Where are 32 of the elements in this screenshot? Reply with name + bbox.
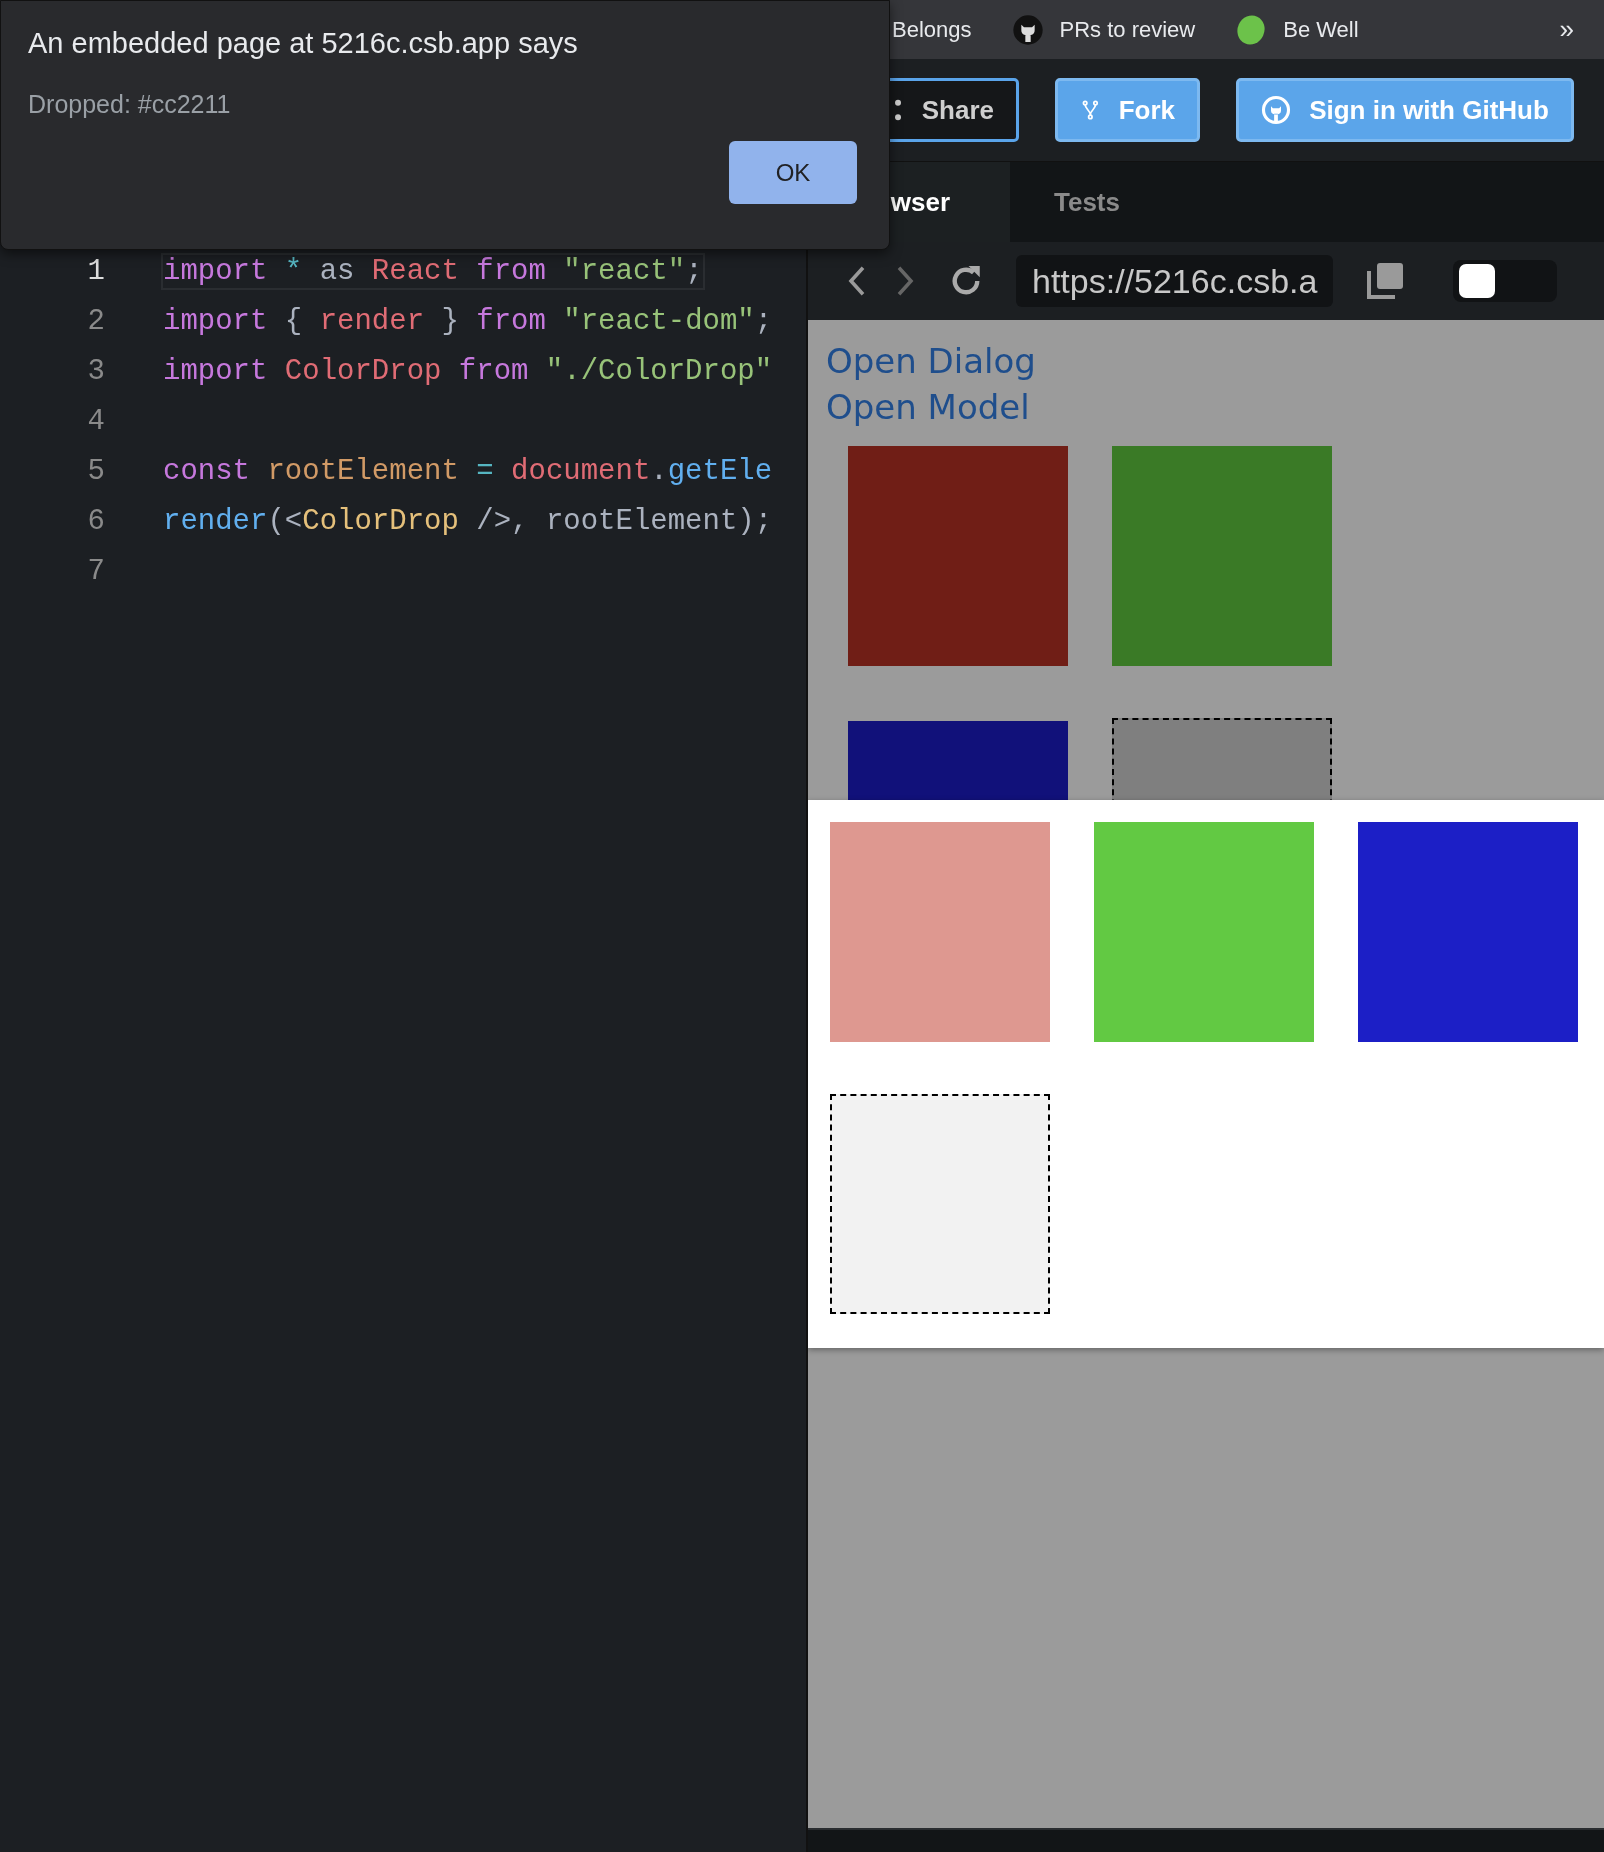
- line-number: 2: [86, 304, 106, 338]
- ok-button[interactable]: OK: [729, 141, 857, 204]
- line-number: 4: [86, 404, 106, 438]
- color-swatch[interactable]: [830, 822, 1050, 1042]
- line-number: 5: [86, 454, 106, 488]
- code-line: import * as React from "react";: [163, 254, 703, 288]
- github-icon: [1011, 13, 1044, 46]
- color-swatch[interactable]: [1112, 446, 1332, 666]
- line-number: 6: [86, 504, 106, 538]
- code-line: render(<ColorDrop />, rootElement);: [163, 504, 773, 538]
- bookmark[interactable]: Be Well: [1235, 13, 1359, 46]
- drop-zone[interactable]: [830, 1094, 1050, 1314]
- code-line: import { render } from "react-dom";: [163, 304, 773, 338]
- line-number: 7: [86, 554, 106, 588]
- copy-icon[interactable]: [1365, 261, 1406, 301]
- lime-icon: [1235, 13, 1268, 46]
- bookmark[interactable]: PRs to review: [1011, 13, 1196, 46]
- bookmark[interactable]: Belongs: [892, 16, 972, 43]
- preview-tab[interactable]: Tests: [1010, 162, 1164, 242]
- color-swatch[interactable]: [848, 446, 1068, 666]
- dialog-message: Dropped: #cc2211: [28, 90, 232, 119]
- code-line: const rootElement = document.getEle: [163, 454, 773, 488]
- line-number: 1: [86, 254, 106, 288]
- code-line: import ColorDrop from "./ColorDrop": [163, 354, 773, 388]
- toggle-switch[interactable]: [1453, 260, 1558, 302]
- url-field[interactable]: https://5216c.csb.a: [1016, 255, 1334, 307]
- more-bookmarks[interactable]: »: [1559, 14, 1574, 45]
- github-icon: [1261, 95, 1292, 125]
- color-swatch[interactable]: [1358, 822, 1578, 1042]
- color-swatch[interactable]: [1094, 822, 1314, 1042]
- dialog-title: An embedded page at 5216c.csb.app says: [28, 27, 579, 60]
- line-number: 3: [86, 354, 106, 388]
